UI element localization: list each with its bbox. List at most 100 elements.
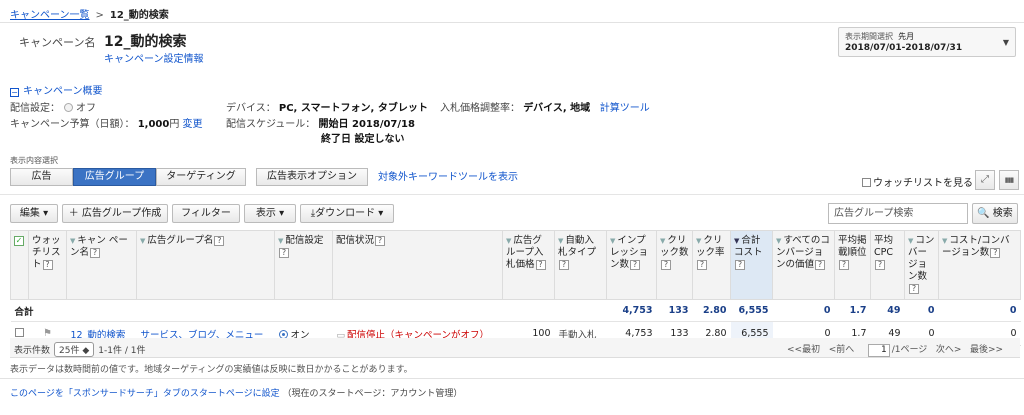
header-campaign-name[interactable]: ▼ キャン ペーン名? [66, 230, 137, 300]
watchlist-checkbox[interactable] [862, 178, 871, 187]
search-button[interactable]: 🔍 検索 [972, 203, 1018, 224]
adgroup-table: ✓ ウォッ チリスト? ▼ キャン ペーン名? ▼ 広告グループ名? ▼ 配信設定? … [10, 230, 1021, 346]
header-total-cost[interactable]: ▼ 合計コスト? [730, 230, 773, 300]
bid-calc-tool-link[interactable]: 計算ツール [600, 103, 650, 114]
campaign-summary-toggle[interactable]: − キャンペーン概要 [10, 82, 103, 97]
pager-count: 表示件数 25件 ◆ 1-1件 / 1件 [14, 342, 145, 357]
header-watchlist[interactable]: ウォッ チリスト? [28, 230, 67, 300]
header-conversions[interactable]: ▼ コンバージョン数? [904, 230, 939, 300]
header-delivery-setting[interactable]: ▼ 配信設定? [274, 230, 333, 300]
summary-budget: キャンペーン予算（日額）： 1,000円 変更 [10, 119, 203, 130]
breadcrumb-current: 12_動的検索 [109, 10, 169, 21]
help-icon[interactable]: ? [875, 260, 885, 270]
help-icon[interactable]: ? [279, 248, 289, 258]
pager-first[interactable]: <<最初 [787, 345, 820, 355]
help-icon[interactable]: ? [697, 260, 707, 270]
total-ctr: 2.80 [692, 299, 731, 322]
breadcrumb: キャンペーン一覧 >12_動的検索 [10, 6, 169, 21]
period-label: 表示期間選択 先月 [845, 32, 915, 41]
page-number-input[interactable]: 1 [867, 344, 890, 357]
negative-keyword-tool-link[interactable]: 対象外キーワードツールを表示 [378, 168, 518, 183]
help-icon[interactable]: ? [661, 260, 671, 270]
breadcrumb-separator: > [95, 10, 104, 21]
row-checkbox[interactable] [14, 327, 24, 337]
pager-nav: <<最初 <前へ 1/1ページ 次へ> 最後>> [787, 344, 1004, 357]
watchlist-toggle[interactable]: ウォッチリストを見る [862, 174, 973, 189]
summary-schedule: 配信スケジュール： 開始日 2018/07/18 [226, 119, 415, 130]
divider [0, 194, 1024, 195]
help-icon[interactable]: ? [990, 248, 1001, 258]
header-clicks[interactable]: ▼ クリック数? [656, 230, 693, 300]
tab-targeting[interactable]: ターゲティング [156, 168, 246, 186]
summary-bid-adjust: 入札価格調整率： デバイス, 地域 計算ツール [440, 103, 650, 114]
download-button[interactable]: ⤓ダウンロード ▾ [300, 204, 394, 223]
table-total-row: 合計 4,753 133 2.80 6,555 0 1.7 49 0 0 [10, 299, 1021, 322]
table-header-row: ✓ ウォッ チリスト? ▼ キャン ペーン名? ▼ 広告グループ名? ▼ 配信設定? … [10, 230, 1021, 300]
campaign-name-label: キャンペーン名 [19, 36, 96, 49]
tab-ad-display-options[interactable]: 広告表示オプション [256, 168, 368, 186]
help-icon[interactable]: ? [735, 260, 745, 270]
edit-button[interactable]: 編集 ▾ [10, 204, 58, 223]
total-avg-position: 1.7 [834, 299, 871, 322]
help-icon[interactable]: ? [630, 260, 641, 270]
summary-delivery: 配信設定： オフ [10, 103, 96, 114]
divider [0, 22, 1024, 23]
help-icon[interactable]: ? [559, 260, 569, 270]
help-icon[interactable]: ? [815, 260, 826, 270]
header-adgroup-bid[interactable]: ▼ 広告グループ入札価格? [502, 230, 555, 300]
footer: このページを「スポンサードサーチ」タブのスタートページに設定 （現在のスタートペ… [10, 386, 462, 399]
summary-schedule-end: 終了日 設定しない [321, 134, 405, 145]
current-start-page: （現在のスタートページ：アカウント管理） [282, 389, 463, 399]
help-icon[interactable]: ? [90, 248, 101, 258]
help-icon[interactable]: ? [909, 284, 919, 294]
tab-ads[interactable]: 広告 [10, 168, 73, 186]
help-icon[interactable]: ? [839, 260, 849, 270]
pager-next[interactable]: 次へ> [936, 345, 962, 355]
adgroup-search-input[interactable] [828, 203, 968, 224]
campaign-name: 12_動的検索 [104, 34, 187, 50]
select-all-checkbox[interactable]: ✓ [14, 236, 24, 246]
header-delivery-status[interactable]: 配信状況? [332, 230, 503, 300]
help-icon[interactable]: ? [214, 236, 225, 246]
total-conversions: 0 [904, 299, 939, 322]
total-cost-per-conversion: 0 [938, 299, 1021, 322]
tab-adgroups[interactable]: 広告グループ [73, 168, 156, 186]
summary-device: デバイス： PC, スマートフォン, タブレット [226, 103, 428, 114]
create-adgroup-button[interactable]: ＋ 広告グループ作成 [62, 204, 168, 223]
breadcrumb-campaign-list-link[interactable]: キャンペーン一覧 [10, 10, 90, 21]
header-avg-position[interactable]: 平均掲載順位? [834, 230, 871, 300]
pager-last[interactable]: 最後>> [970, 345, 1003, 355]
total-avg-cpc: 49 [870, 299, 905, 322]
period-range: 2018/07/01-2018/07/31 [845, 43, 963, 53]
header-cost-per-conversion[interactable]: ▼ コスト/コンバージョン数? [938, 230, 1021, 300]
help-icon[interactable]: ? [535, 260, 546, 270]
collapse-icon: − [10, 88, 19, 97]
budget-change-link[interactable]: 変更 [183, 119, 203, 130]
help-icon[interactable]: ? [375, 236, 386, 246]
radio-off-icon [64, 103, 73, 112]
total-impressions: 4,753 [606, 299, 657, 322]
header-impressions[interactable]: ▼ インプレッション数? [606, 230, 657, 300]
campaign-settings-link[interactable]: キャンペーン設定情報 [104, 50, 204, 65]
period-selector[interactable]: 表示期間選択 先月 2018/07/01-2018/07/31 ▼ [838, 27, 1016, 57]
header-auto-bid-type[interactable]: ▼ 自動入札タイプ? [554, 230, 607, 300]
pager-prev[interactable]: <前へ [829, 345, 855, 355]
total-cost: 6,555 [730, 299, 773, 322]
header-avg-cpc[interactable]: 平均CPC? [870, 230, 905, 300]
expand-icon[interactable]: ⤢ [975, 170, 995, 190]
header-ctr[interactable]: ▼ クリック率? [692, 230, 731, 300]
total-label: 合計 [10, 299, 137, 322]
page-size-select[interactable]: 25件 ◆ [54, 342, 95, 357]
total-clicks: 133 [656, 299, 693, 322]
chart-icon[interactable]: ▮▮▮ [999, 170, 1019, 190]
header-select-all[interactable]: ✓ [10, 230, 29, 300]
filter-button[interactable]: フィルター [172, 204, 240, 223]
help-icon[interactable]: ? [42, 260, 53, 270]
campaign-summary-label: キャンペーン概要 [23, 86, 103, 97]
total-all-conversion-value: 0 [772, 299, 835, 322]
set-start-page-link[interactable]: このページを「スポンサードサーチ」タブのスタートページに設定 [10, 389, 280, 399]
header-all-conversion-value[interactable]: ▼ すべてのコンバージョンの価値? [772, 230, 835, 300]
header-adgroup-name[interactable]: ▼ 広告グループ名? [136, 230, 275, 300]
divider [0, 378, 1024, 379]
display-button[interactable]: 表示 ▾ [244, 204, 296, 223]
